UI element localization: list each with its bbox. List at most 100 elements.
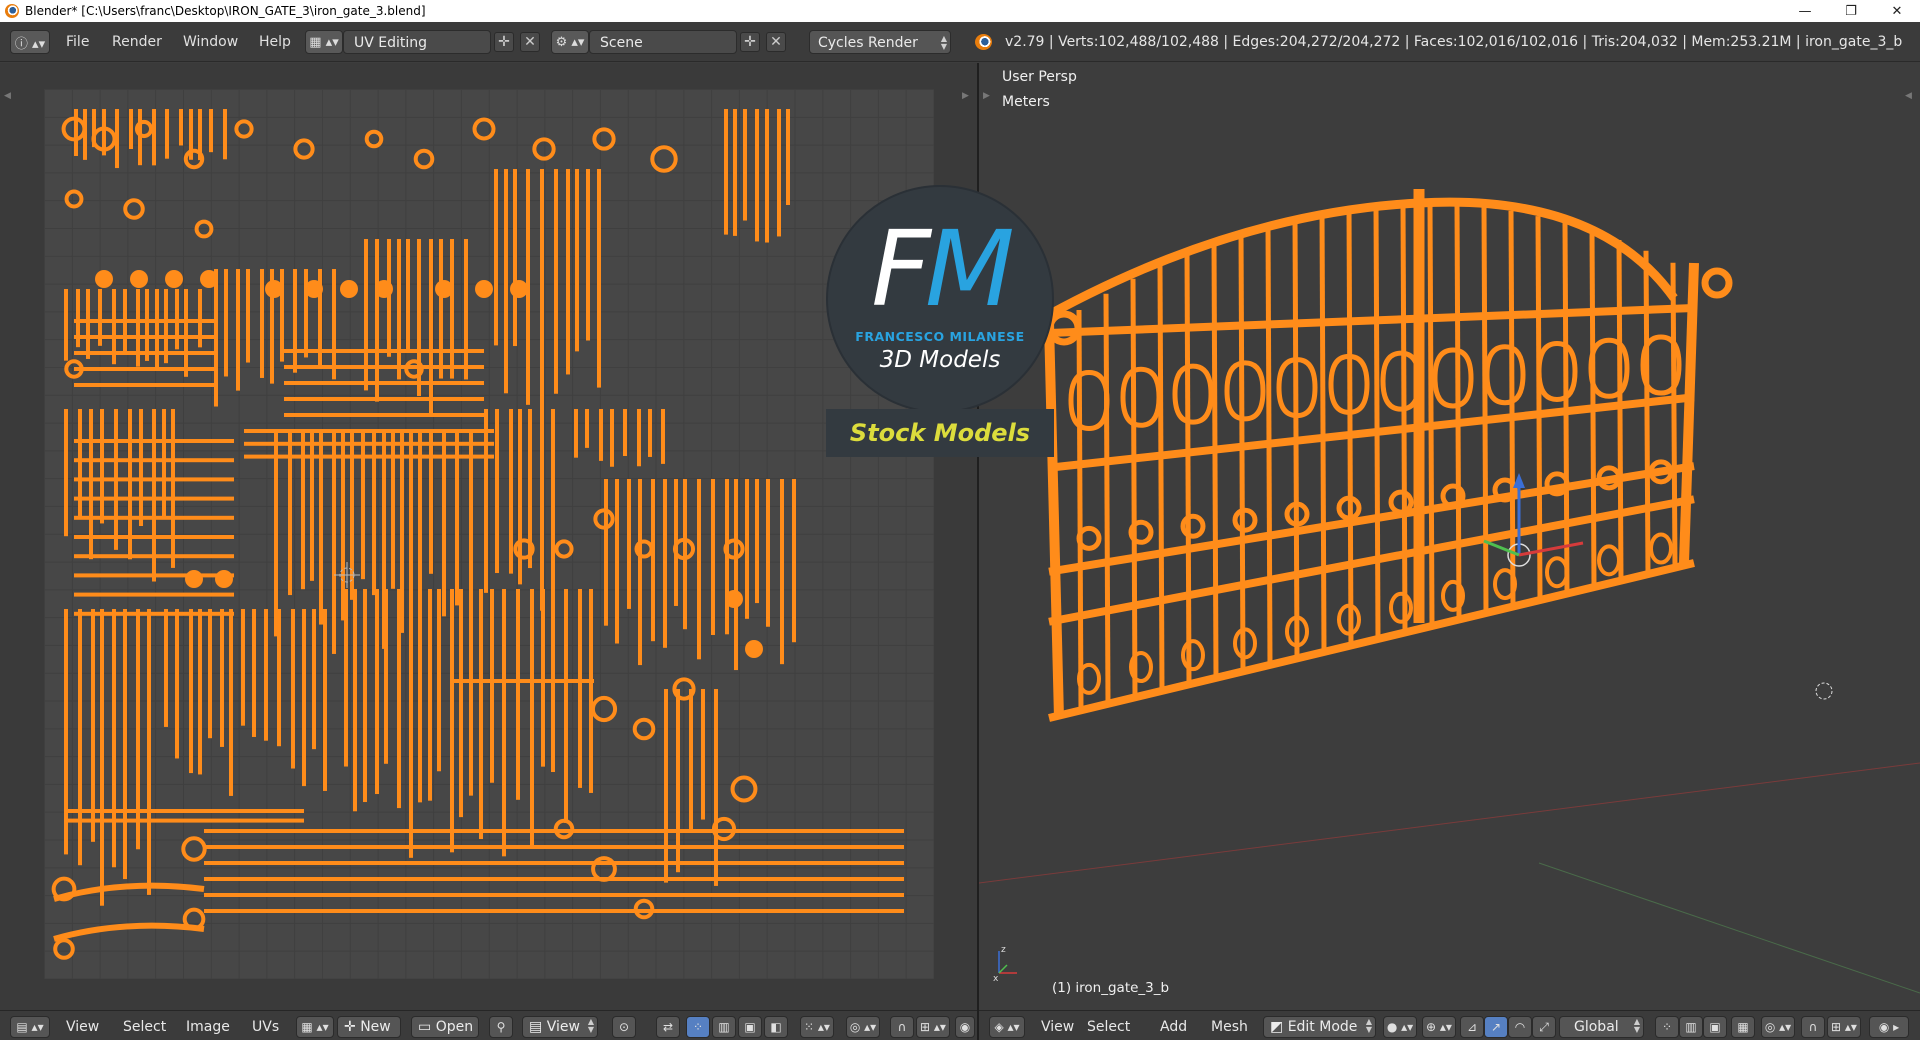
- gate-rail: [1048, 393, 1695, 472]
- close-button[interactable]: ✕: [1874, 0, 1920, 22]
- translate-manipulator-button[interactable]: ↗: [1484, 1016, 1508, 1038]
- uv-island-bar: [123, 609, 127, 880]
- uv-menu-view[interactable]: View: [66, 1017, 99, 1037]
- 3d-menu-select[interactable]: Select: [1087, 1017, 1130, 1037]
- window-controls: — ❐ ✕: [1782, 0, 1920, 22]
- uv-island-strip: [74, 573, 234, 578]
- proportional-edit-button[interactable]: ◎ ▴▾: [846, 1016, 880, 1038]
- editor-type-info-button[interactable]: ⓘ ▴▾: [10, 30, 50, 54]
- face-select-icon: ▣: [1709, 1020, 1721, 1034]
- stock-models-banner: Stock Models: [826, 409, 1054, 457]
- uv-island-bar: [384, 589, 388, 764]
- uv-island-strip: [204, 845, 904, 849]
- uv-island-strip: [244, 429, 494, 433]
- uv-image-editor[interactable]: ◀ ▶: [0, 63, 977, 1010]
- uv-island-bar: [323, 609, 327, 791]
- region-toggle-left-icon[interactable]: ◀: [4, 91, 13, 101]
- uv-island-bar: [418, 589, 422, 803]
- region-toggle-right-icon[interactable]: ▶: [962, 91, 971, 101]
- uv-island-bar: [86, 289, 90, 359]
- menu-window[interactable]: Window: [183, 30, 238, 54]
- screen-layout-field[interactable]: UV Editing: [343, 30, 491, 54]
- uv-island-bar: [288, 429, 292, 596]
- delete-screen-button[interactable]: ✕: [520, 32, 540, 52]
- uv-grid[interactable]: [44, 89, 934, 979]
- uv-island-curl: [234, 119, 254, 139]
- new-image-button[interactable]: ✛ New: [337, 1016, 401, 1038]
- uv-island-strip: [204, 893, 904, 897]
- editor-type-3d-button[interactable]: ◈ ▴▾: [989, 1016, 1025, 1038]
- uv-cursor-icon: [334, 562, 360, 588]
- image-browse-button[interactable]: ▦ ▴▾: [296, 1016, 334, 1038]
- edit-mode-icon: ◩: [1270, 1019, 1288, 1035]
- uv-island-bulb: [725, 590, 743, 608]
- face-select-button[interactable]: ▣: [1703, 1016, 1727, 1038]
- scale-manipulator-button[interactable]: ⤢: [1532, 1016, 1556, 1038]
- vertex-select-button[interactable]: ⁘: [1655, 1016, 1679, 1038]
- minimize-button[interactable]: —: [1782, 0, 1828, 22]
- render-preview-button[interactable]: ◉ ▸: [1869, 1016, 1909, 1038]
- add-scene-button[interactable]: ✛: [740, 32, 760, 52]
- gate-scroll: [1224, 360, 1266, 422]
- uv-islands: [51, 109, 904, 960]
- rotate-manipulator-button[interactable]: ◠: [1508, 1016, 1532, 1038]
- open-image-button[interactable]: ▭ Open: [411, 1016, 479, 1038]
- gate-bottom-ornament: [1649, 532, 1673, 565]
- uv-island-bar: [139, 409, 143, 527]
- uv-island-bar: [494, 169, 498, 346]
- uv-menu-uvs[interactable]: UVs: [252, 1017, 279, 1037]
- uv-island-curl: [632, 717, 656, 741]
- island-select-button[interactable]: ◧: [764, 1016, 788, 1038]
- face-select-button[interactable]: ▣: [738, 1016, 762, 1038]
- manipulator-toggle-button[interactable]: ⊿: [1460, 1016, 1484, 1038]
- delete-scene-button[interactable]: ✕: [766, 32, 786, 52]
- editor-type-image-button[interactable]: ▤ ▴▾: [10, 1016, 50, 1038]
- pin-image-button[interactable]: ⚲: [489, 1016, 513, 1038]
- snap-toggle-button[interactable]: ∩: [890, 1016, 914, 1038]
- transform-orientation-dropdown[interactable]: Global ▲ ▼: [1559, 1016, 1644, 1038]
- 3d-menu-view[interactable]: View: [1041, 1017, 1074, 1037]
- sync-selection-button[interactable]: ⇄: [656, 1016, 680, 1038]
- scene-field[interactable]: Scene: [589, 30, 737, 54]
- uv-menu-select[interactable]: Select: [123, 1017, 166, 1037]
- vertex-select-button[interactable]: ⁘: [686, 1016, 710, 1038]
- 3d-viewport[interactable]: ▶ ◀ User Persp Meters (1) iron_gate_3_b …: [979, 63, 1920, 1010]
- render-slot-button[interactable]: ◉: [955, 1016, 975, 1038]
- blender-app-icon: [5, 4, 19, 18]
- menu-file[interactable]: File: [66, 30, 89, 54]
- maximize-button[interactable]: ❐: [1828, 0, 1874, 22]
- uv-island-bulb: [305, 280, 323, 298]
- edge-select-button[interactable]: ▥: [712, 1016, 736, 1038]
- edge-select-button[interactable]: ▥: [1679, 1016, 1703, 1038]
- interaction-mode-dropdown[interactable]: ◩ Edit Mode ▲ ▼: [1263, 1016, 1376, 1038]
- screen-layout-browse-button[interactable]: ▦ ▴▾: [305, 30, 343, 54]
- snap-element-button[interactable]: ⊞ ▴▾: [916, 1016, 950, 1038]
- uv-island-bar: [129, 109, 133, 150]
- 3d-menu-mesh[interactable]: Mesh: [1211, 1017, 1248, 1037]
- uv-island-curl: [590, 695, 618, 723]
- pivot-point-button[interactable]: ⊕ ▴▾: [1422, 1016, 1456, 1038]
- uv-menu-image[interactable]: Image: [186, 1017, 230, 1037]
- view-mode-label: View: [546, 1019, 580, 1035]
- limit-selection-button[interactable]: ▦: [1731, 1016, 1755, 1038]
- edge-select-icon: ▥: [718, 1020, 730, 1034]
- uv-island-bar: [136, 609, 140, 850]
- iron-gate-mesh[interactable]: [979, 63, 1920, 1010]
- uv-island-bar: [100, 609, 104, 906]
- viewport-shading-button[interactable]: ● ▴▾: [1383, 1016, 1417, 1038]
- snap-element-button[interactable]: ⊞ ▴▾: [1827, 1016, 1861, 1038]
- scene-browse-button[interactable]: ⚙ ▴▾: [551, 30, 589, 54]
- cube-icon: ◈ ▴▾: [994, 1020, 1020, 1034]
- gate-end-curl: [1701, 267, 1733, 299]
- render-engine-dropdown[interactable]: Cycles Render ▲ ▼: [809, 30, 951, 54]
- proportional-edit-button[interactable]: ◎ ▴▾: [1761, 1016, 1795, 1038]
- 3d-menu-add[interactable]: Add: [1160, 1017, 1187, 1037]
- view-mode-dropdown[interactable]: ▤ View ▲ ▼: [522, 1016, 598, 1038]
- snap-toggle-button[interactable]: ∩: [1801, 1016, 1825, 1038]
- uv-island-curl: [53, 938, 75, 960]
- sticky-mode-button[interactable]: ⁙ ▴▾: [800, 1016, 834, 1038]
- menu-help[interactable]: Help: [259, 30, 291, 54]
- add-screen-button[interactable]: ✛: [494, 32, 514, 52]
- menu-render[interactable]: Render: [112, 30, 162, 54]
- pivot-button[interactable]: ⊙: [612, 1016, 636, 1038]
